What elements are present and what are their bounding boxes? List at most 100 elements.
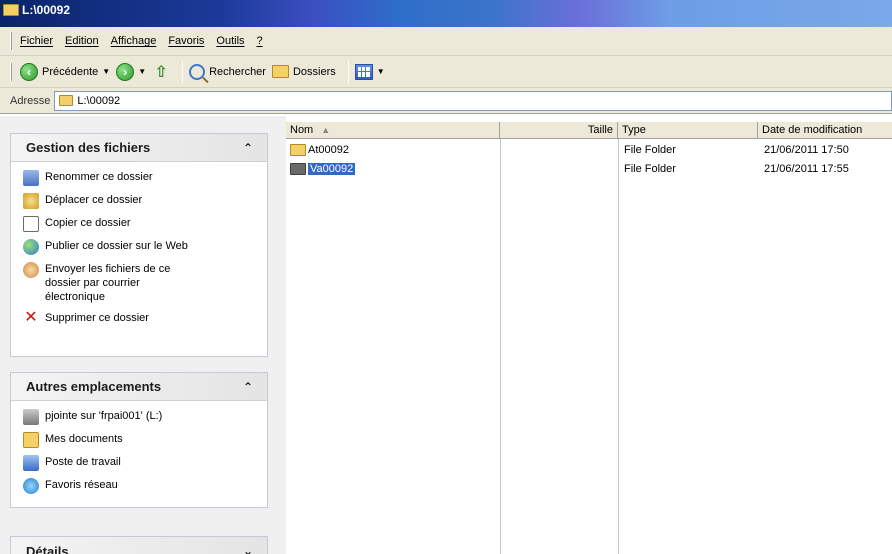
file-name-cell: Va00092 — [290, 163, 356, 175]
back-arrow-icon: ‹ — [20, 62, 38, 81]
toolbar: ‹ Précédente ▼ › ▼ ⇧ Rechercher Dossiers… — [0, 56, 892, 88]
network-places-icon — [23, 478, 39, 494]
search-label: Rechercher — [209, 65, 266, 78]
place-network-drive[interactable]: pjointe sur 'frpai001' (L:) — [23, 409, 257, 425]
column-type-label: Type — [622, 124, 646, 136]
task-publish-label: Publier ce dossier sur le Web — [45, 240, 188, 252]
place-documents-label: Mes documents — [45, 433, 123, 445]
column-divider — [500, 139, 501, 554]
title-bar: L:\00092 — [0, 0, 892, 27]
file-name-cell: At00092 — [290, 144, 349, 156]
up-folder-icon: ⇧ — [154, 63, 168, 81]
folder-icon — [290, 163, 306, 175]
collapse-icon[interactable]: ⌃ — [243, 141, 253, 155]
forward-arrow-icon: › — [116, 62, 135, 81]
place-network-drive-label: pjointe sur 'frpai001' (L:) — [45, 410, 163, 422]
task-email[interactable]: Envoyer les fichiers de ce dossier par c… — [23, 262, 257, 304]
rename-icon — [23, 170, 39, 186]
toolbar-separator — [182, 60, 184, 83]
file-type: File Folder — [624, 144, 676, 156]
computer-icon — [23, 455, 39, 471]
address-bar: Adresse L:\00092 — [0, 88, 892, 114]
up-button[interactable]: ⇧ — [152, 60, 170, 84]
folders-button[interactable]: Dossiers — [271, 60, 336, 84]
window-title: L:\00092 — [3, 3, 70, 17]
address-input[interactable]: L:\00092 — [54, 90, 892, 111]
place-computer[interactable]: Poste de travail — [23, 455, 257, 471]
file-tasks-title: Gestion des fichiers — [26, 140, 151, 155]
column-header-name[interactable]: Nom ▲ — [286, 122, 500, 139]
task-delete[interactable]: ✕ Supprimer ce dossier — [23, 309, 257, 327]
copy-icon — [23, 216, 39, 232]
address-value: L:\00092 — [77, 94, 121, 107]
delete-icon: ✕ — [24, 309, 38, 326]
file-date: 21/06/2011 17:50 — [764, 144, 849, 156]
window-title-text: L:\00092 — [22, 3, 71, 17]
forward-button[interactable]: › ▼ — [116, 60, 146, 84]
toolbar-grip — [10, 62, 12, 81]
move-icon — [23, 193, 39, 209]
table-row[interactable]: Va00092 File Folder 21/06/2011 17:55 — [286, 161, 892, 179]
folder-icon — [290, 144, 306, 156]
sort-ascending-icon: ▲ — [321, 125, 331, 135]
task-move-label: Déplacer ce dossier — [45, 194, 143, 206]
menu-edition[interactable]: Edition — [65, 35, 99, 47]
documents-icon — [23, 432, 39, 448]
column-header-type[interactable]: Type — [618, 122, 758, 139]
column-header-size[interactable]: Taille — [500, 122, 618, 139]
task-rename[interactable]: Renommer ce dossier — [23, 170, 257, 186]
place-computer-label: Poste de travail — [45, 456, 121, 468]
column-date-label: Date de modification — [762, 124, 863, 136]
search-icon — [189, 63, 206, 80]
menu-grip — [10, 32, 12, 50]
network-drive-icon — [23, 409, 39, 425]
task-copy-label: Copier ce dossier — [45, 217, 131, 229]
file-type: File Folder — [624, 163, 676, 175]
task-copy[interactable]: Copier ce dossier — [23, 216, 257, 232]
other-places-header[interactable]: Autres emplacements ⌃ — [11, 373, 267, 401]
menu-affichage[interactable]: Affichage — [111, 35, 157, 47]
address-label: Adresse — [10, 94, 51, 107]
task-publish[interactable]: Publier ce dossier sur le Web — [23, 239, 257, 255]
file-list[interactable]: Nom ▲ Taille Type Date de modification A… — [286, 116, 892, 554]
table-row[interactable]: At00092 File Folder 21/06/2011 17:50 — [286, 142, 892, 160]
place-network[interactable]: Favoris réseau — [23, 478, 257, 494]
mail-icon — [23, 262, 39, 278]
column-size-label: Taille — [587, 124, 613, 136]
other-places-panel: Autres emplacements ⌃ pjointe sur 'frpai… — [10, 372, 268, 508]
forward-dropdown-icon[interactable]: ▼ — [138, 67, 146, 76]
search-button[interactable]: Rechercher — [189, 60, 266, 84]
menu-fichier[interactable]: Fichier — [20, 35, 53, 47]
details-panel: Détails ⌄ — [10, 536, 268, 554]
collapse-icon[interactable]: ⌃ — [243, 380, 253, 394]
back-dropdown-icon[interactable]: ▼ — [102, 67, 110, 76]
other-places-title: Autres emplacements — [26, 379, 162, 394]
column-divider — [618, 139, 619, 554]
column-name-label: Nom — [290, 124, 314, 136]
expand-icon[interactable]: ⌄ — [243, 544, 253, 554]
menu-bar: Fichier Edition Affichage Favoris Outils… — [0, 27, 892, 56]
web-icon — [23, 239, 39, 255]
toolbar-separator — [347, 60, 349, 83]
views-button[interactable]: ▼ — [354, 60, 385, 84]
folders-label: Dossiers — [292, 65, 336, 78]
task-rename-label: Renommer ce dossier — [45, 171, 153, 183]
place-documents[interactable]: Mes documents — [23, 432, 257, 448]
file-tasks-header[interactable]: Gestion des fichiers ⌃ — [11, 134, 267, 162]
column-header-date[interactable]: Date de modification — [758, 122, 892, 139]
views-icon — [354, 63, 373, 80]
task-email-label: Envoyer les fichiers de ce dossier par c… — [45, 263, 171, 303]
menu-favoris[interactable]: Favoris — [168, 35, 204, 47]
folder-icon — [3, 4, 19, 16]
back-button[interactable]: ‹ Précédente ▼ — [20, 60, 110, 84]
task-move[interactable]: Déplacer ce dossier — [23, 193, 257, 209]
file-name: At00092 — [308, 144, 349, 156]
menu-outils[interactable]: Outils — [216, 35, 244, 47]
details-title: Détails — [26, 543, 69, 554]
file-tasks-panel: Gestion des fichiers ⌃ Renommer ce dossi… — [10, 133, 268, 357]
views-dropdown-icon[interactable]: ▼ — [377, 67, 385, 76]
menu-help[interactable]: ? — [257, 35, 263, 47]
file-name: Va00092 — [308, 163, 356, 175]
details-header[interactable]: Détails ⌄ — [11, 537, 267, 554]
back-label: Précédente — [42, 65, 99, 78]
